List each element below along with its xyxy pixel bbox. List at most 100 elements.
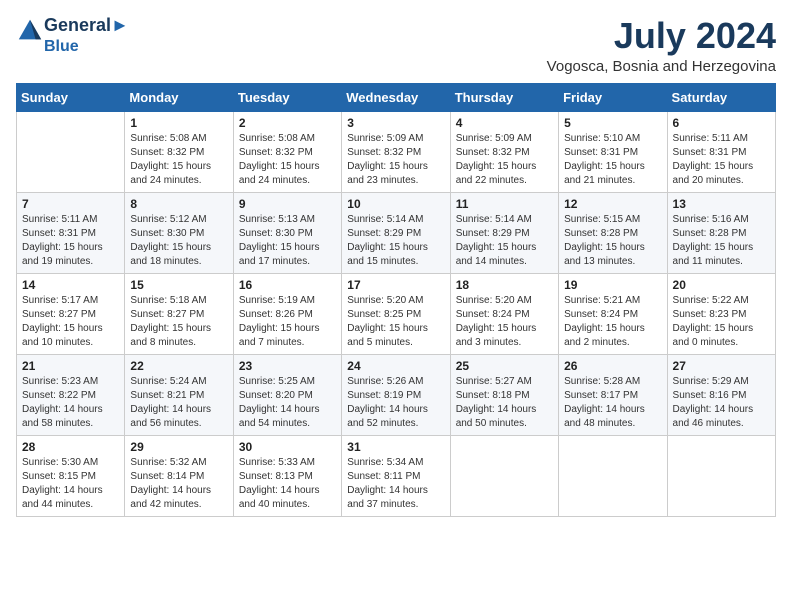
day-cell: 3 Sunrise: 5:09 AM Sunset: 8:32 PM Daylig… <box>342 111 450 192</box>
day-info: Sunrise: 5:33 AM Sunset: 8:13 PM Dayligh… <box>239 456 336 512</box>
day-number: 6 <box>673 116 770 130</box>
day-number: 20 <box>673 278 770 292</box>
day-number: 29 <box>130 440 227 454</box>
day-info: Sunrise: 5:18 AM Sunset: 8:27 PM Dayligh… <box>130 294 227 350</box>
day-info: Sunrise: 5:32 AM Sunset: 8:14 PM Dayligh… <box>130 456 227 512</box>
header-cell-monday: Monday <box>125 83 233 111</box>
day-info: Sunrise: 5:13 AM Sunset: 8:30 PM Dayligh… <box>239 213 336 269</box>
week-row-3: 14 Sunrise: 5:17 AM Sunset: 8:27 PM Dayli… <box>17 273 776 354</box>
week-row-5: 28Sunrise: 5:30 AM Sunset: 8:15 PM Dayli… <box>17 435 776 516</box>
day-cell: 6 Sunrise: 5:11 AM Sunset: 8:31 PM Daylig… <box>667 111 775 192</box>
week-row-1: 1 Sunrise: 5:08 AM Sunset: 8:32 PM Daylig… <box>17 111 776 192</box>
day-cell: 29 Sunrise: 5:32 AM Sunset: 8:14 PM Dayli… <box>125 435 233 516</box>
day-cell: 27 Sunrise: 5:29 AM Sunset: 8:16 PM Dayli… <box>667 354 775 435</box>
day-info: Sunrise: 5:24 AM Sunset: 8:21 PM Dayligh… <box>130 375 227 431</box>
day-info: Sunrise: 5:11 AM Sunset: 8:31 PM Dayligh… <box>22 213 119 269</box>
day-cell: 14 Sunrise: 5:17 AM Sunset: 8:27 PM Dayli… <box>17 273 125 354</box>
day-number: 5 <box>564 116 661 130</box>
day-info: Sunrise: 5:08 AM Sunset: 8:32 PM Dayligh… <box>130 132 227 188</box>
day-cell <box>17 111 125 192</box>
day-number: 24 <box>347 359 444 373</box>
header-cell-friday: Friday <box>559 83 667 111</box>
day-info: Sunrise: 5:14 AM Sunset: 8:29 PM Dayligh… <box>347 213 444 269</box>
day-cell: 18Sunrise: 5:20 AM Sunset: 8:24 PM Dayli… <box>450 273 558 354</box>
day-info: Sunrise: 5:10 AM Sunset: 8:31 PM Dayligh… <box>564 132 661 188</box>
day-info: Sunrise: 5:29 AM Sunset: 8:16 PM Dayligh… <box>673 375 770 431</box>
day-cell: 24 Sunrise: 5:26 AM Sunset: 8:19 PM Dayli… <box>342 354 450 435</box>
day-info: Sunrise: 5:20 AM Sunset: 8:25 PM Dayligh… <box>347 294 444 350</box>
day-number: 8 <box>130 197 227 211</box>
day-number: 2 <box>239 116 336 130</box>
day-info: Sunrise: 5:09 AM Sunset: 8:32 PM Dayligh… <box>347 132 444 188</box>
day-cell: 20Sunrise: 5:22 AM Sunset: 8:23 PM Dayli… <box>667 273 775 354</box>
day-number: 1 <box>130 116 227 130</box>
day-cell <box>450 435 558 516</box>
day-info: Sunrise: 5:26 AM Sunset: 8:19 PM Dayligh… <box>347 375 444 431</box>
day-cell: 9 Sunrise: 5:13 AM Sunset: 8:30 PM Daylig… <box>233 192 341 273</box>
day-number: 31 <box>347 440 444 454</box>
day-number: 23 <box>239 359 336 373</box>
day-cell: 5 Sunrise: 5:10 AM Sunset: 8:31 PM Daylig… <box>559 111 667 192</box>
logo-text: General► Blue <box>44 16 129 56</box>
week-row-4: 21 Sunrise: 5:23 AM Sunset: 8:22 PM Dayli… <box>17 354 776 435</box>
header-cell-thursday: Thursday <box>450 83 558 111</box>
day-info: Sunrise: 5:23 AM Sunset: 8:22 PM Dayligh… <box>22 375 119 431</box>
day-cell: 26Sunrise: 5:28 AM Sunset: 8:17 PM Dayli… <box>559 354 667 435</box>
day-cell: 31 Sunrise: 5:34 AM Sunset: 8:11 PM Dayli… <box>342 435 450 516</box>
day-info: Sunrise: 5:21 AM Sunset: 8:24 PM Dayligh… <box>564 294 661 350</box>
day-info: Sunrise: 5:08 AM Sunset: 8:32 PM Dayligh… <box>239 132 336 188</box>
day-info: Sunrise: 5:17 AM Sunset: 8:27 PM Dayligh… <box>22 294 119 350</box>
day-cell: 13 Sunrise: 5:16 AM Sunset: 8:28 PM Dayli… <box>667 192 775 273</box>
calendar-table: SundayMondayTuesdayWednesdayThursdayFrid… <box>16 83 776 517</box>
page-header: General► Blue July 2024 Vogosca, Bosnia … <box>16 16 776 75</box>
day-info: Sunrise: 5:16 AM Sunset: 8:28 PM Dayligh… <box>673 213 770 269</box>
day-info: Sunrise: 5:19 AM Sunset: 8:26 PM Dayligh… <box>239 294 336 350</box>
location-subtitle: Vogosca, Bosnia and Herzegovina <box>547 58 776 75</box>
day-cell: 23 Sunrise: 5:25 AM Sunset: 8:20 PM Dayli… <box>233 354 341 435</box>
header-cell-wednesday: Wednesday <box>342 83 450 111</box>
logo-icon <box>16 17 44 45</box>
day-number: 12 <box>564 197 661 211</box>
day-cell: 1 Sunrise: 5:08 AM Sunset: 8:32 PM Daylig… <box>125 111 233 192</box>
day-number: 11 <box>456 197 553 211</box>
day-info: Sunrise: 5:20 AM Sunset: 8:24 PM Dayligh… <box>456 294 553 350</box>
day-number: 17 <box>347 278 444 292</box>
day-info: Sunrise: 5:14 AM Sunset: 8:29 PM Dayligh… <box>456 213 553 269</box>
day-number: 13 <box>673 197 770 211</box>
day-number: 22 <box>130 359 227 373</box>
month-title: July 2024 <box>547 16 776 56</box>
day-info: Sunrise: 5:15 AM Sunset: 8:28 PM Dayligh… <box>564 213 661 269</box>
day-cell: 22 Sunrise: 5:24 AM Sunset: 8:21 PM Dayli… <box>125 354 233 435</box>
day-number: 19 <box>564 278 661 292</box>
calendar-body: 1 Sunrise: 5:08 AM Sunset: 8:32 PM Daylig… <box>17 111 776 516</box>
header-cell-saturday: Saturday <box>667 83 775 111</box>
day-number: 27 <box>673 359 770 373</box>
day-cell: 7 Sunrise: 5:11 AM Sunset: 8:31 PM Daylig… <box>17 192 125 273</box>
day-number: 15 <box>130 278 227 292</box>
day-number: 7 <box>22 197 119 211</box>
day-cell: 10Sunrise: 5:14 AM Sunset: 8:29 PM Dayli… <box>342 192 450 273</box>
day-cell <box>559 435 667 516</box>
day-info: Sunrise: 5:11 AM Sunset: 8:31 PM Dayligh… <box>673 132 770 188</box>
day-cell: 30Sunrise: 5:33 AM Sunset: 8:13 PM Dayli… <box>233 435 341 516</box>
day-info: Sunrise: 5:34 AM Sunset: 8:11 PM Dayligh… <box>347 456 444 512</box>
day-number: 14 <box>22 278 119 292</box>
day-number: 16 <box>239 278 336 292</box>
logo: General► Blue <box>16 16 129 56</box>
week-row-2: 7 Sunrise: 5:11 AM Sunset: 8:31 PM Daylig… <box>17 192 776 273</box>
day-info: Sunrise: 5:12 AM Sunset: 8:30 PM Dayligh… <box>130 213 227 269</box>
day-info: Sunrise: 5:25 AM Sunset: 8:20 PM Dayligh… <box>239 375 336 431</box>
day-cell: 11 Sunrise: 5:14 AM Sunset: 8:29 PM Dayli… <box>450 192 558 273</box>
day-cell: 12 Sunrise: 5:15 AM Sunset: 8:28 PM Dayli… <box>559 192 667 273</box>
header-cell-sunday: Sunday <box>17 83 125 111</box>
day-info: Sunrise: 5:09 AM Sunset: 8:32 PM Dayligh… <box>456 132 553 188</box>
calendar-header-row: SundayMondayTuesdayWednesdayThursdayFrid… <box>17 83 776 111</box>
day-cell: 19 Sunrise: 5:21 AM Sunset: 8:24 PM Dayli… <box>559 273 667 354</box>
day-number: 21 <box>22 359 119 373</box>
day-number: 28 <box>22 440 119 454</box>
day-cell: 21 Sunrise: 5:23 AM Sunset: 8:22 PM Dayli… <box>17 354 125 435</box>
day-number: 9 <box>239 197 336 211</box>
day-info: Sunrise: 5:28 AM Sunset: 8:17 PM Dayligh… <box>564 375 661 431</box>
day-number: 3 <box>347 116 444 130</box>
day-cell: 28Sunrise: 5:30 AM Sunset: 8:15 PM Dayli… <box>17 435 125 516</box>
